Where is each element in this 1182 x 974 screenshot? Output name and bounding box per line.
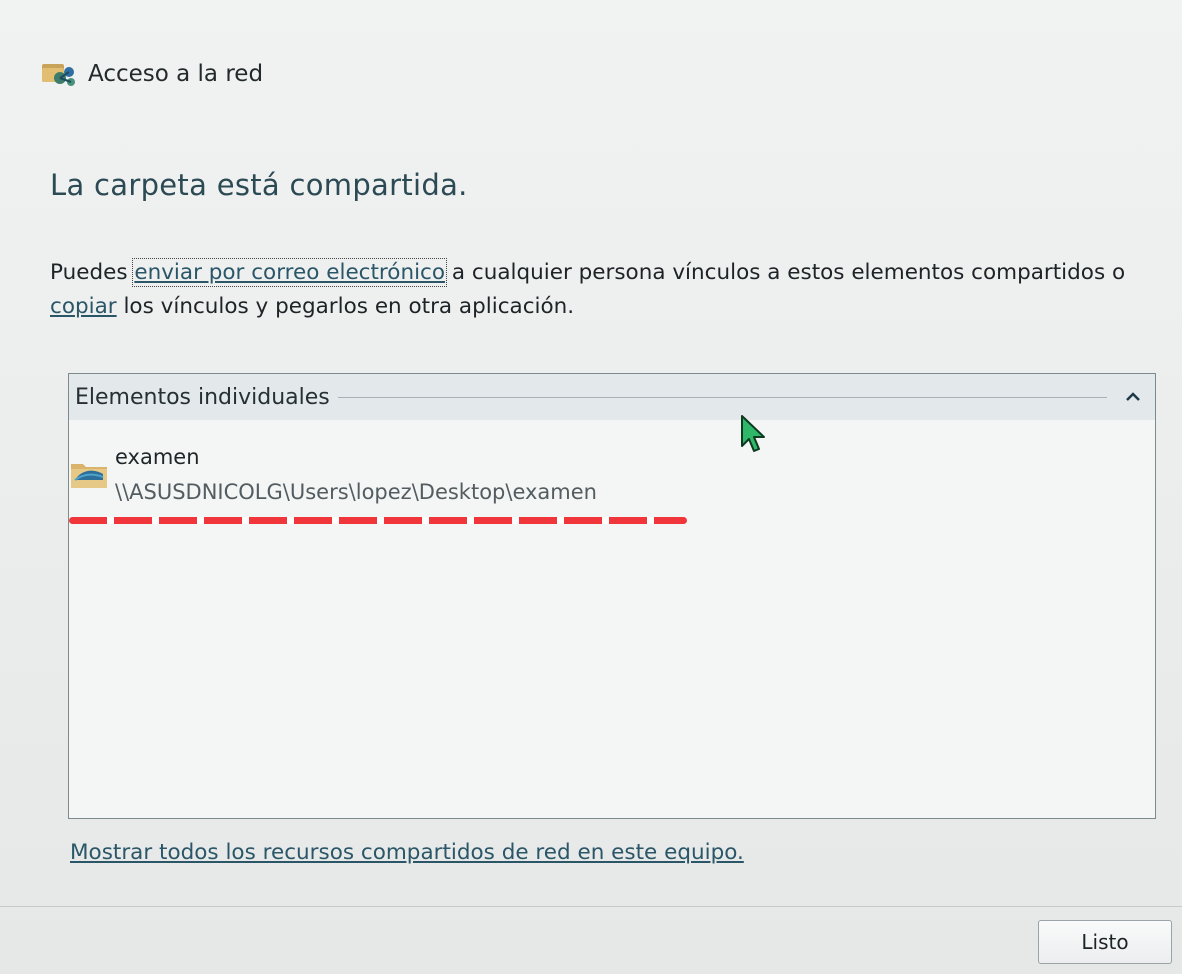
page-title: La carpeta está compartida. <box>50 168 468 202</box>
collapse-group-button[interactable] <box>1117 381 1149 413</box>
share-description: Puedes enviar por correo electrónico a c… <box>50 256 1175 324</box>
mouse-cursor-icon <box>741 415 765 452</box>
redaction-underline <box>69 517 687 524</box>
shared-item-name: examen <box>115 445 200 469</box>
copy-link[interactable]: copiar <box>50 294 117 319</box>
group-header: Elementos individuales <box>69 374 1155 420</box>
group-divider <box>337 396 1107 398</box>
description-prefix: Puedes <box>50 260 135 285</box>
done-button[interactable]: Listo <box>1038 920 1172 964</box>
email-link[interactable]: enviar por correo electrónico <box>132 258 448 287</box>
shared-items-panel: Elementos individuales examen \\ASUSDNIC… <box>68 373 1156 819</box>
footer-divider <box>0 906 1182 907</box>
chevron-up-icon <box>1126 392 1140 401</box>
description-middle: a cualquier persona vínculos a estos ele… <box>445 260 1126 285</box>
window-title: Acceso a la red <box>88 61 264 87</box>
group-title: Elementos individuales <box>75 384 330 410</box>
shared-item-path: \\ASUSDNICOLG\Users\lopez\Desktop\examen <box>115 480 597 504</box>
shared-folder-icon <box>71 464 107 488</box>
shared-item[interactable]: examen \\ASUSDNICOLG\Users\lopez\Desktop… <box>69 442 597 508</box>
network-share-icon <box>42 64 75 86</box>
window-title-bar: Acceso a la red <box>40 56 263 92</box>
show-all-shares-link[interactable]: Mostrar todos los recursos compartidos d… <box>70 840 744 865</box>
description-suffix: los vínculos y pegarlos en otra aplicaci… <box>116 294 575 319</box>
